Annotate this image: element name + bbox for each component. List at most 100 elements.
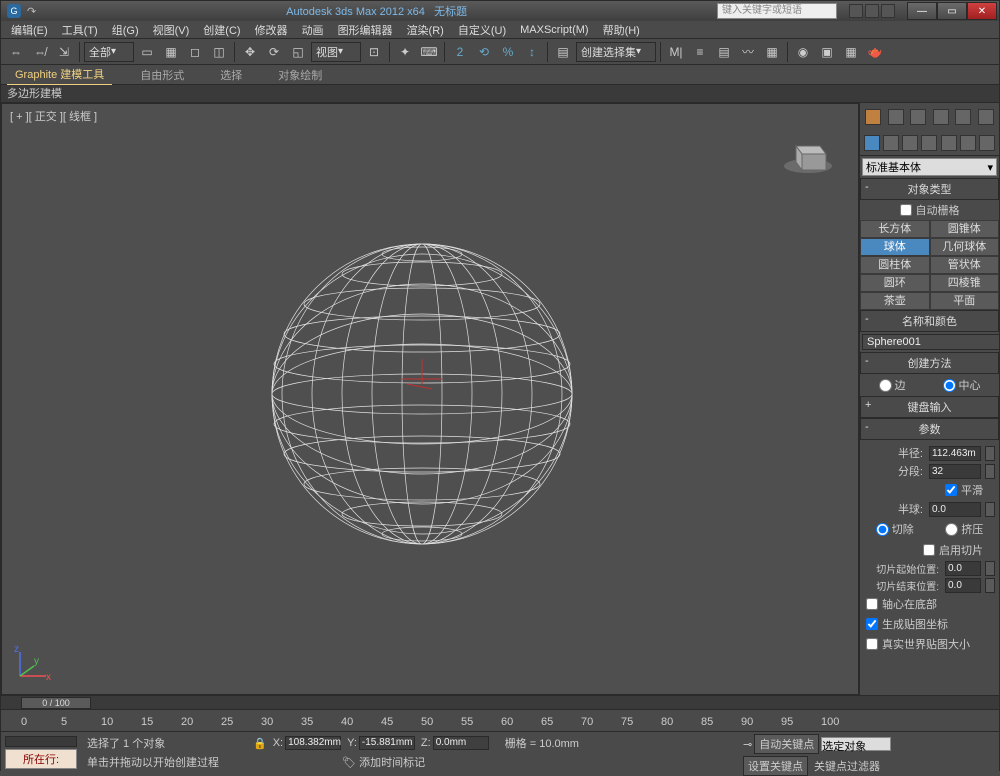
keyfilters-button[interactable]: 关键点过滤器 bbox=[810, 757, 884, 775]
scale-icon[interactable]: ◱ bbox=[287, 41, 309, 63]
maximize-button[interactable]: ▭ bbox=[937, 2, 967, 20]
keyboard-entry-rollout[interactable]: +键盘输入 bbox=[860, 396, 999, 418]
squash-radio[interactable]: 挤压 bbox=[945, 521, 983, 537]
viewport[interactable]: [ + ][ 正交 ][ 线框 ] bbox=[1, 103, 859, 695]
sphere-wireframe[interactable] bbox=[262, 234, 582, 554]
autokey-button[interactable]: 自动关键点 bbox=[754, 734, 819, 754]
now-line-button[interactable]: 所在行: bbox=[5, 749, 77, 769]
slice-to-spinner[interactable] bbox=[985, 578, 995, 593]
help-search-input[interactable]: 键入关键字或短语 bbox=[717, 3, 837, 19]
select-rect-icon[interactable]: ◻ bbox=[184, 41, 206, 63]
menu-animation[interactable]: 动画 bbox=[296, 21, 330, 39]
curve-editor-icon[interactable]: 〰 bbox=[737, 41, 759, 63]
minimize-button[interactable]: — bbox=[907, 2, 937, 20]
lock-icon[interactable]: 🔒 bbox=[253, 737, 267, 750]
tab-freeform[interactable]: 自由形式 bbox=[132, 65, 192, 85]
layers-icon[interactable]: ▤ bbox=[713, 41, 735, 63]
gen-uv-checkbox[interactable] bbox=[866, 618, 878, 630]
named-selection-dropdown[interactable]: 创建选择集▾ bbox=[576, 42, 656, 62]
quick-access-icon[interactable]: ↷ bbox=[27, 5, 36, 18]
object-name-input[interactable] bbox=[862, 334, 999, 350]
hierarchy-tab-icon[interactable] bbox=[910, 109, 926, 125]
base-pivot-checkbox[interactable] bbox=[866, 598, 878, 610]
systems-icon[interactable] bbox=[979, 135, 995, 151]
pivot-icon[interactable]: ⊡ bbox=[363, 41, 385, 63]
time-slider[interactable]: 0 / 100 bbox=[21, 697, 91, 709]
plane-button[interactable]: 平面 bbox=[930, 292, 1000, 310]
viewport-label[interactable]: [ + ][ 正交 ][ 线框 ] bbox=[10, 108, 97, 124]
spacewarps-icon[interactable] bbox=[960, 135, 976, 151]
z-coord-input[interactable]: 0.0mm bbox=[433, 736, 489, 750]
creation-method-rollout[interactable]: -创建方法 bbox=[860, 352, 999, 374]
star-icon[interactable] bbox=[865, 4, 879, 18]
menu-help[interactable]: 帮助(H) bbox=[597, 21, 646, 39]
align-icon[interactable]: ≡ bbox=[689, 41, 711, 63]
segments-input[interactable]: 32 bbox=[929, 464, 981, 479]
menu-edit[interactable]: 编辑(E) bbox=[5, 21, 54, 39]
utilities-tab-icon[interactable] bbox=[978, 109, 994, 125]
setkey-button[interactable]: 设置关键点 bbox=[743, 756, 808, 776]
spinner-snap-icon[interactable]: ↕ bbox=[521, 41, 543, 63]
radius-spinner[interactable] bbox=[985, 446, 995, 461]
hemisphere-input[interactable]: 0.0 bbox=[929, 502, 981, 517]
time-slider-track[interactable]: 0 / 100 bbox=[1, 696, 999, 710]
radius-input[interactable]: 112.463m bbox=[929, 446, 981, 461]
bind-icon[interactable]: ⇲ bbox=[53, 41, 75, 63]
edge-radio[interactable]: 边 bbox=[879, 377, 906, 393]
category-dropdown[interactable]: 标准基本体▾ bbox=[862, 158, 997, 176]
selection-filter-dropdown[interactable]: 全部▾ bbox=[84, 42, 134, 62]
info-icon[interactable] bbox=[849, 4, 863, 18]
key-target-dropdown[interactable]: 选定对象 bbox=[821, 737, 891, 751]
slice-from-spinner[interactable] bbox=[985, 561, 995, 576]
center-radio[interactable]: 中心 bbox=[943, 377, 981, 393]
cylinder-button[interactable]: 圆柱体 bbox=[860, 256, 930, 274]
add-time-tag-button[interactable]: 🏷 添加时间标记 bbox=[342, 757, 425, 769]
name-color-rollout[interactable]: -名称和颜色 bbox=[860, 310, 999, 332]
box-button[interactable]: 长方体 bbox=[860, 220, 930, 238]
helpers-icon[interactable] bbox=[941, 135, 957, 151]
create-tab-icon[interactable] bbox=[865, 109, 881, 125]
menu-view[interactable]: 视图(V) bbox=[147, 21, 196, 39]
help-icon[interactable] bbox=[881, 4, 895, 18]
geometry-icon[interactable] bbox=[864, 135, 880, 151]
menu-customize[interactable]: 自定义(U) bbox=[452, 21, 512, 39]
render-icon[interactable]: 🫖 bbox=[864, 41, 886, 63]
snap-percent-icon[interactable]: % bbox=[497, 41, 519, 63]
slice-from-input[interactable]: 0.0 bbox=[945, 561, 981, 576]
script-mini-listener[interactable] bbox=[5, 736, 77, 747]
x-coord-input[interactable]: 108.382mm bbox=[285, 736, 341, 750]
tab-selection[interactable]: 选择 bbox=[212, 65, 250, 85]
link-icon[interactable]: ⇔ bbox=[5, 41, 27, 63]
shapes-icon[interactable] bbox=[883, 135, 899, 151]
teapot-button[interactable]: 茶壶 bbox=[860, 292, 930, 310]
render-setup-icon[interactable]: ▣ bbox=[816, 41, 838, 63]
menu-modifiers[interactable]: 修改器 bbox=[249, 21, 294, 39]
tab-object-paint[interactable]: 对象绘制 bbox=[270, 65, 330, 85]
modify-tab-icon[interactable] bbox=[888, 109, 904, 125]
keyboard-icon[interactable]: ⌨ bbox=[418, 41, 440, 63]
segments-spinner[interactable] bbox=[985, 464, 995, 479]
tab-graphite[interactable]: Graphite 建模工具 bbox=[7, 64, 112, 85]
sphere-button[interactable]: 球体 bbox=[860, 238, 930, 256]
parameters-rollout[interactable]: -参数 bbox=[860, 418, 999, 440]
mirror-icon[interactable]: M| bbox=[665, 41, 687, 63]
real-uv-checkbox[interactable] bbox=[866, 638, 878, 650]
rotate-icon[interactable]: ⟳ bbox=[263, 41, 285, 63]
auto-grid-checkbox[interactable] bbox=[900, 204, 912, 216]
display-tab-icon[interactable] bbox=[955, 109, 971, 125]
chop-radio[interactable]: 切除 bbox=[876, 521, 914, 537]
select-icon[interactable]: ▭ bbox=[136, 41, 158, 63]
slice-to-input[interactable]: 0.0 bbox=[945, 578, 981, 593]
lights-icon[interactable] bbox=[902, 135, 918, 151]
slice-on-checkbox[interactable] bbox=[923, 544, 935, 556]
torus-button[interactable]: 圆环 bbox=[860, 274, 930, 292]
window-crossing-icon[interactable]: ◫ bbox=[208, 41, 230, 63]
menu-tools[interactable]: 工具(T) bbox=[56, 21, 104, 39]
menu-create[interactable]: 创建(C) bbox=[197, 21, 246, 39]
menu-maxscript[interactable]: MAXScript(M) bbox=[514, 23, 594, 37]
hemisphere-spinner[interactable] bbox=[985, 502, 995, 517]
object-type-rollout[interactable]: -对象类型 bbox=[860, 178, 999, 200]
cameras-icon[interactable] bbox=[921, 135, 937, 151]
time-ruler[interactable]: 0510152025303540455055606570758085909510… bbox=[1, 710, 861, 730]
geosphere-button[interactable]: 几何球体 bbox=[930, 238, 1000, 256]
